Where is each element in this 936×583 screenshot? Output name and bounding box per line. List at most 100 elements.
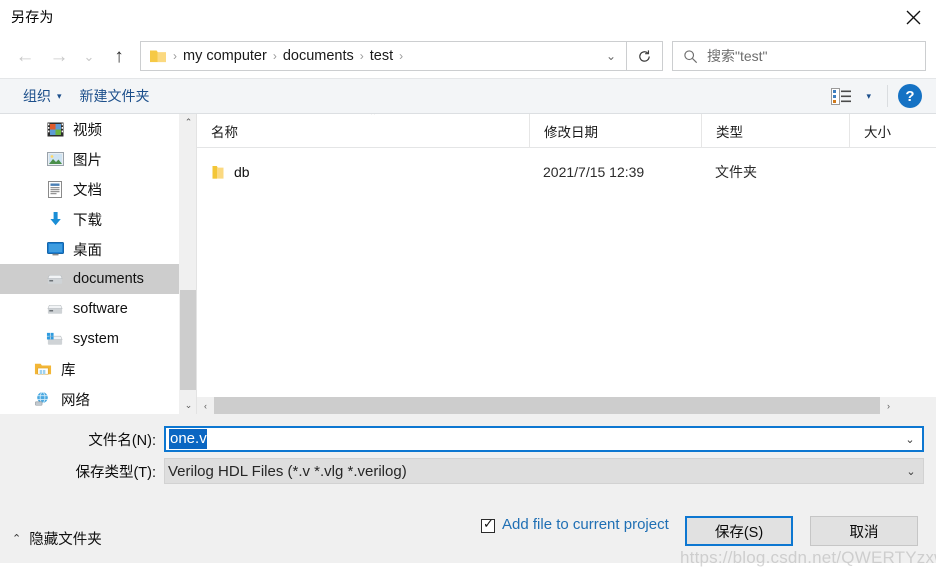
- scroll-down-icon[interactable]: ⌄: [180, 397, 196, 414]
- column-label: 大小: [864, 124, 891, 140]
- sidebar-item-videos[interactable]: 视频: [0, 114, 196, 144]
- file-date-cell: 2021/7/15 12:39: [543, 164, 645, 180]
- sidebar-item-desktop[interactable]: 桌面: [0, 234, 196, 264]
- sidebar-item-documents-folder[interactable]: 文档: [0, 174, 196, 204]
- refresh-icon: [639, 49, 650, 62]
- back-button[interactable]: ←: [8, 39, 42, 73]
- hide-folders-toggle[interactable]: ⌃ 隐藏文件夹: [12, 528, 102, 549]
- sidebar-item-label: 桌面: [73, 242, 102, 259]
- drive-icon: [46, 300, 64, 318]
- window-title: 另存为: [11, 9, 54, 25]
- downloads-icon: [46, 210, 64, 228]
- system-drive-icon: [46, 330, 64, 348]
- column-headers: 名称 ⌃ 修改日期 类型 大小: [197, 114, 936, 148]
- sidebar-item-label: documents: [73, 271, 144, 287]
- column-header-size[interactable]: 大小: [849, 114, 936, 148]
- scroll-right-icon[interactable]: ›: [880, 397, 897, 414]
- breadcrumb-separator: ›: [399, 49, 404, 63]
- navigation-sidebar: 视频 图片 文档 下载 桌面 documents software system…: [0, 114, 196, 414]
- file-name-label: db: [234, 164, 250, 180]
- organize-button[interactable]: 组织 ▾: [14, 82, 71, 110]
- dialog-footer: ⌃ 隐藏文件夹 ✓ Add file to current project 保存…: [0, 514, 936, 563]
- close-icon: [906, 10, 920, 24]
- table-row[interactable]: db 2021/7/15 12:39 文件夹: [197, 158, 936, 186]
- sidebar-item-system-drive[interactable]: system: [0, 324, 196, 354]
- view-options-dropdown[interactable]: ▾: [858, 87, 881, 106]
- forward-button[interactable]: →: [42, 39, 76, 73]
- sidebar-item-label: 库: [61, 362, 76, 379]
- command-bar-divider: [887, 85, 888, 107]
- help-button[interactable]: ?: [898, 84, 922, 108]
- chevron-down-icon[interactable]: ⌄: [898, 433, 922, 446]
- search-input[interactable]: 搜索"test": [672, 41, 926, 71]
- sidebar-item-pictures[interactable]: 图片: [0, 144, 196, 174]
- folder-icon: [150, 50, 166, 62]
- file-name-cell: db: [197, 164, 529, 180]
- command-bar: 组织 ▾ 新建文件夹 ▾ ?: [0, 78, 936, 114]
- search-placeholder: 搜索"test": [707, 48, 768, 64]
- column-header-date[interactable]: 修改日期: [529, 114, 701, 148]
- add-file-checkbox[interactable]: ✓: [481, 516, 495, 533]
- desktop-icon: [46, 240, 64, 258]
- sidebar-item-label: 下载: [73, 212, 102, 229]
- videos-icon: [46, 120, 64, 138]
- breadcrumb-dropdown-icon[interactable]: ⌄: [600, 49, 622, 63]
- up-button[interactable]: ↑: [102, 39, 136, 73]
- refresh-button[interactable]: [627, 41, 663, 71]
- sidebar-item-libraries[interactable]: 库: [0, 354, 196, 384]
- check-icon: ✓: [483, 516, 494, 531]
- sidebar-scrollbar-thumb[interactable]: [180, 290, 196, 390]
- network-icon: [34, 390, 52, 408]
- file-list-horizontal-scrollbar[interactable]: ‹ ›: [197, 397, 936, 414]
- filetype-label: 保存类型(T):: [75, 464, 156, 481]
- navigation-bar: ← → ⌄ ↑ › my computer › documents › test…: [0, 34, 936, 78]
- filename-value: one.v: [169, 429, 207, 449]
- add-file-label: Add file to current project: [502, 516, 669, 533]
- cancel-button[interactable]: 取消: [810, 516, 918, 546]
- file-list-pane: 名称 ⌃ 修改日期 类型 大小 db 2021/7/15 12:39 文件夹 ‹…: [196, 114, 936, 414]
- new-folder-button[interactable]: 新建文件夹: [71, 82, 159, 110]
- list-view-icon: [831, 87, 852, 105]
- save-button[interactable]: 保存(S): [685, 516, 793, 546]
- filename-label: 文件名(N):: [88, 432, 156, 449]
- search-icon: [684, 49, 698, 63]
- chevron-down-icon[interactable]: ⌄: [899, 465, 923, 478]
- sidebar-item-network[interactable]: 网络: [0, 384, 196, 414]
- sidebar-scrollbar[interactable]: ⌃ ⌄: [179, 114, 196, 414]
- filetype-value: Verilog HDL Files (*.v *.vlg *.verilog): [168, 462, 407, 480]
- library-icon: [34, 360, 52, 378]
- breadcrumb-item-my-computer[interactable]: my computer: [178, 45, 272, 67]
- sidebar-item-label: software: [73, 301, 128, 317]
- column-header-name[interactable]: 名称 ⌃: [197, 114, 529, 148]
- horizontal-scrollbar-thumb[interactable]: [214, 397, 880, 414]
- hide-folders-label: 隐藏文件夹: [29, 532, 102, 548]
- pictures-icon: [46, 150, 64, 168]
- sidebar-item-label: 文档: [73, 182, 102, 199]
- add-file-checkbox-group[interactable]: ✓ Add file to current project: [481, 516, 671, 535]
- filename-row: 文件名(N): one.v ⌄: [0, 426, 936, 452]
- column-label: 名称: [211, 124, 238, 140]
- column-label: 类型: [716, 124, 743, 140]
- sidebar-item-downloads[interactable]: 下载: [0, 204, 196, 234]
- filetype-select[interactable]: Verilog HDL Files (*.v *.vlg *.verilog) …: [164, 458, 924, 484]
- breadcrumb-item-documents[interactable]: documents: [278, 45, 359, 67]
- filetype-row: 保存类型(T): Verilog HDL Files (*.v *.vlg *.…: [0, 458, 936, 484]
- save-form-panel: 文件名(N): one.v ⌄ 保存类型(T): Verilog HDL Fil…: [0, 414, 936, 514]
- view-layout-button[interactable]: [825, 86, 858, 107]
- chevron-up-icon: ⌃: [12, 533, 22, 545]
- sidebar-item-label: 网络: [61, 392, 90, 409]
- scroll-left-icon[interactable]: ‹: [197, 397, 214, 414]
- scroll-up-icon[interactable]: ⌃: [180, 114, 196, 131]
- recent-locations-button[interactable]: ⌄: [76, 39, 102, 73]
- filename-field[interactable]: one.v: [166, 426, 898, 452]
- breadcrumb-item-test[interactable]: test: [365, 45, 398, 67]
- column-header-type[interactable]: 类型: [701, 114, 849, 148]
- close-button[interactable]: [890, 0, 936, 34]
- new-folder-label: 新建文件夹: [79, 88, 150, 104]
- documents-icon: [46, 180, 64, 198]
- sidebar-item-software-drive[interactable]: software: [0, 294, 196, 324]
- organize-label: 组织: [23, 88, 51, 104]
- filename-input[interactable]: one.v ⌄: [164, 426, 924, 452]
- address-bar[interactable]: › my computer › documents › test › ⌄: [140, 41, 627, 71]
- sidebar-item-documents-drive[interactable]: documents: [0, 264, 196, 294]
